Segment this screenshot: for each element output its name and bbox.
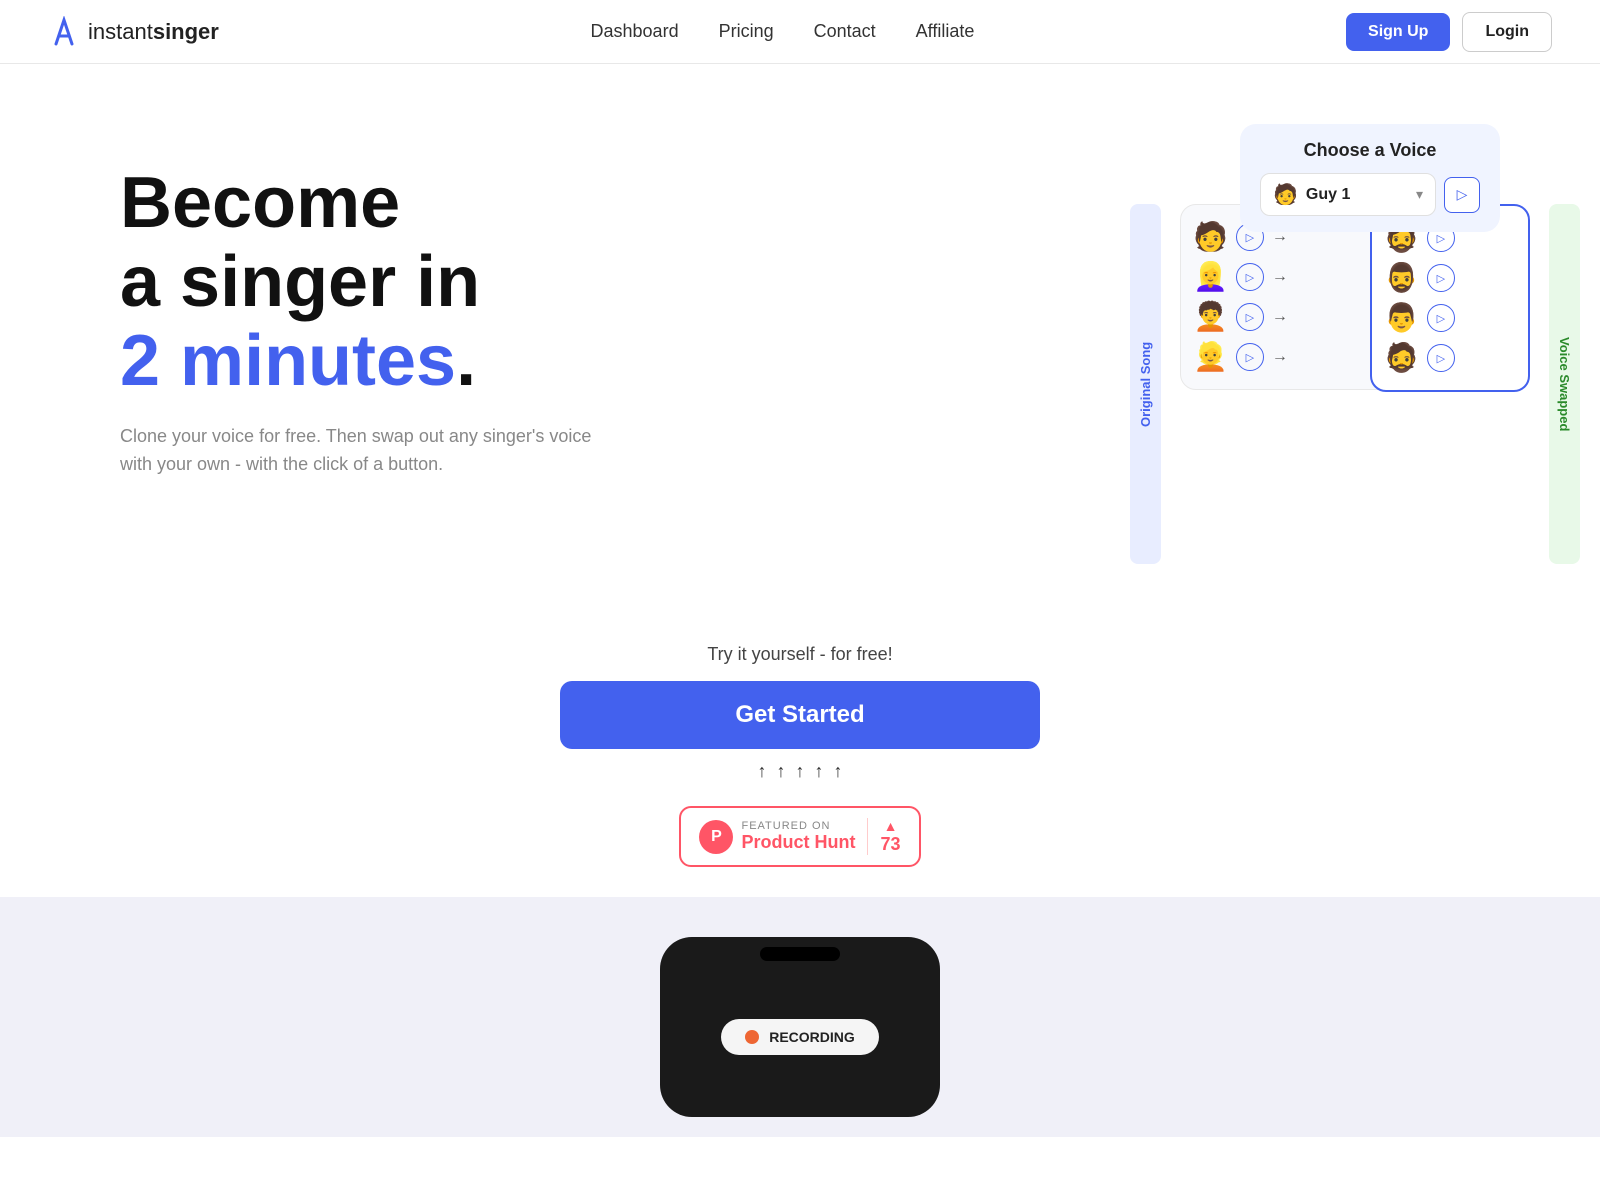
hero-title-suffix: . [456,321,476,401]
ph-triangle-icon: ▲ [884,818,898,834]
play-original-3[interactable]: ▷ [1236,303,1264,331]
voice-avatar-4: 👱 [1193,343,1228,371]
arrow-up-5: ↑ [834,761,843,782]
hero-section: Become a singer in 2 minutes. Clone your… [0,64,1600,624]
hero-title-blue: 2 minutes [120,321,456,401]
nav-dashboard[interactable]: Dashboard [591,21,679,42]
play-swapped-2[interactable]: ▷ [1427,264,1455,292]
navbar: instantsinger Dashboard Pricing Contact … [0,0,1600,64]
cta-subtext: Try it yourself - for free! [707,644,892,665]
ph-main-text: Product Hunt [741,832,855,853]
phone-mockup: RECORDING [660,937,940,1117]
arrow-icon-3: → [1272,308,1288,326]
play-original-2[interactable]: ▷ [1236,263,1264,291]
original-song-label: Original Song [1130,204,1161,564]
swapped-avatar-4: 🧔 [1384,344,1419,372]
play-original-4[interactable]: ▷ [1236,343,1264,371]
nav-links: Dashboard Pricing Contact Affiliate [591,21,975,42]
voice-selector[interactable]: 🧑 Guy 1 ▾ [1260,173,1436,216]
product-hunt-badge[interactable]: P FEATURED ON Product Hunt ▲ 73 [679,806,920,867]
swapped-avatar-2: 🧔‍♂️ [1384,264,1419,292]
recording-label: RECORDING [769,1029,855,1045]
nav-actions: Sign Up Login [1346,12,1552,52]
arrow-up-3: ↑ [796,761,805,782]
hero-title-line1: Become [120,163,400,243]
ph-count: 73 [880,834,900,855]
get-started-button[interactable]: Get Started [560,681,1040,749]
swapped-voice-row: 👨 ▷ [1384,298,1516,338]
voice-avatar-2: 👱‍♀️ [1193,263,1228,291]
hero-title-line2: a singer in [120,242,480,322]
logo-singer: singer [153,19,219,44]
voice-avatar-3: 🧑‍🦱 [1193,303,1228,331]
signup-button[interactable]: Sign Up [1346,13,1450,51]
hero-subtitle: Clone your voice for free. Then swap out… [120,422,600,480]
swapped-voice-table: 🧔 ▷ 🧔‍♂️ ▷ 👨 ▷ 🧔 ▷ [1370,204,1530,392]
voice-widget: Choose a Voice 🧑 Guy 1 ▾ ▷ Original Song… [1180,124,1520,544]
arrow-up-2: ↑ [777,761,786,782]
voice-name: Guy 1 [1306,186,1408,204]
choose-voice-card: Choose a Voice 🧑 Guy 1 ▾ ▷ [1240,124,1500,232]
ph-count-block: ▲ 73 [867,818,900,855]
arrow-icon-4: → [1272,348,1288,366]
chevron-down-icon: ▾ [1416,186,1423,203]
voice-play-button[interactable]: ▷ [1444,177,1480,213]
recording-dot [745,1030,759,1044]
product-hunt-logo: P [699,820,733,854]
cta-section: Try it yourself - for free! Get Started … [0,624,1600,897]
play-swapped-4[interactable]: ▷ [1427,344,1455,372]
recording-button[interactable]: RECORDING [721,1019,879,1055]
voice-avatar-1: 🧑 [1193,223,1228,251]
nav-affiliate[interactable]: Affiliate [916,21,975,42]
swapped-voice-row: 🧔 ▷ [1384,338,1516,378]
cta-arrows: ↑ ↑ ↑ ↑ ↑ [758,761,843,782]
voice-swapped-label: Voice Swapped [1549,204,1580,564]
arrow-up-4: ↑ [815,761,824,782]
logo[interactable]: instantsinger [48,16,219,48]
logo-instant: instant [88,19,153,44]
phone-notch [760,947,840,961]
nav-contact[interactable]: Contact [814,21,876,42]
logo-text: instantsinger [88,19,219,45]
login-button[interactable]: Login [1462,12,1552,52]
nav-pricing[interactable]: Pricing [719,21,774,42]
logo-icon [48,16,80,48]
ph-text-block: FEATURED ON Product Hunt [741,820,855,853]
arrow-up-1: ↑ [758,761,767,782]
bottom-section: RECORDING [0,897,1600,1137]
hero-left: Become a singer in 2 minutes. Clone your… [120,124,600,479]
swapped-avatar-3: 👨 [1384,304,1419,332]
play-swapped-3[interactable]: ▷ [1427,304,1455,332]
swapped-voice-row: 🧔‍♂️ ▷ [1384,258,1516,298]
ph-featured-text: FEATURED ON [741,820,855,832]
arrow-icon-2: → [1272,268,1288,286]
hero-title: Become a singer in 2 minutes. [120,164,600,402]
voice-emoji: 🧑 [1273,182,1298,207]
choose-voice-label: Choose a Voice [1260,140,1480,161]
